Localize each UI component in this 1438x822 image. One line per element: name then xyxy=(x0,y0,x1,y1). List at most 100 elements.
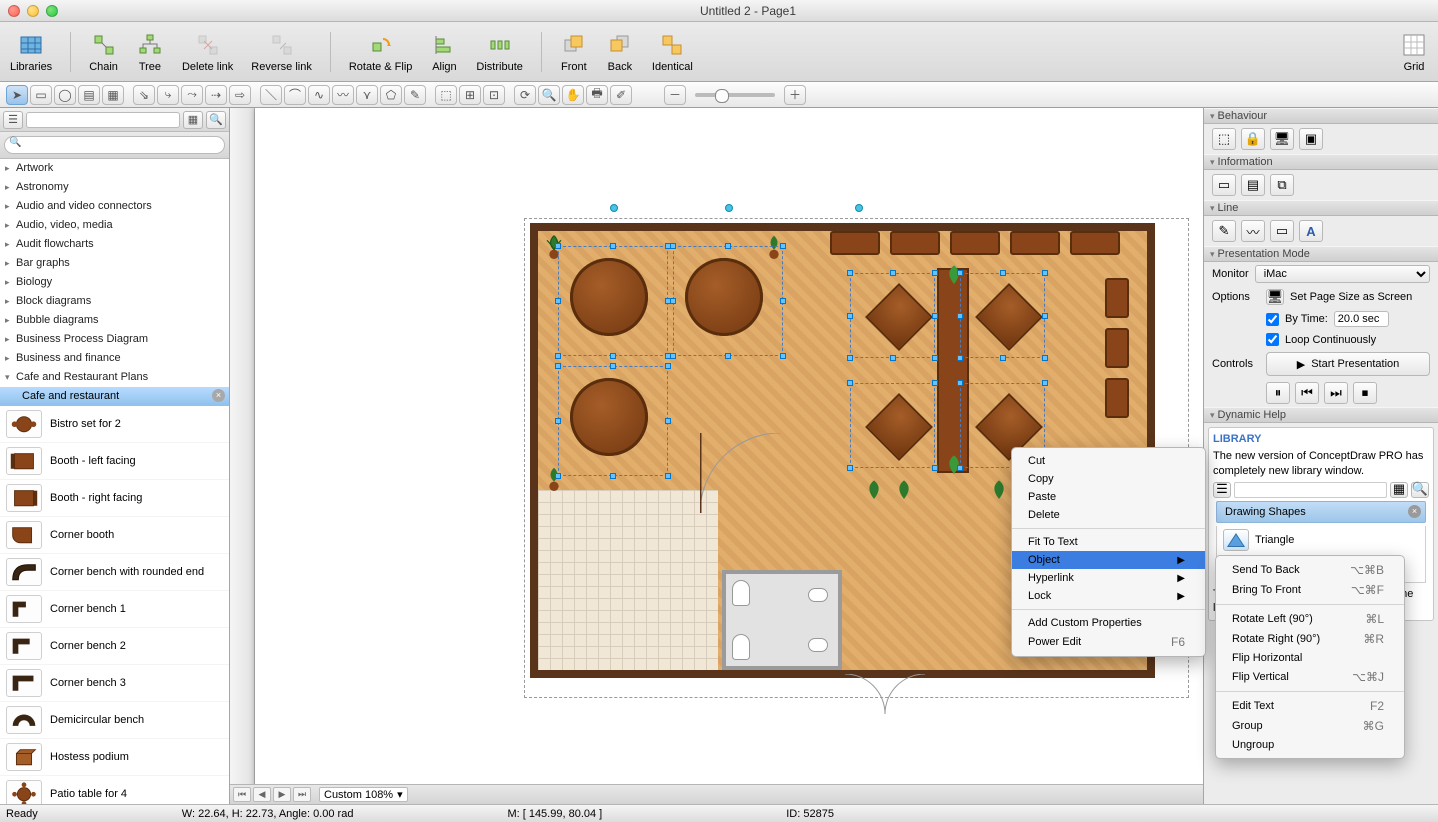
edit-tool-2[interactable]: ⊞ xyxy=(459,85,481,105)
monitor-select[interactable]: iMac xyxy=(1255,265,1430,283)
ctx-edit-text[interactable]: Edit TextF2 xyxy=(1216,696,1404,716)
ellipse-tool[interactable]: ◯ xyxy=(54,85,76,105)
panel-icons-view[interactable]: ▦ xyxy=(183,111,203,129)
context-submenu-object[interactable]: Send To Back⌥⌘B Bring To Front⌥⌘F Rotate… xyxy=(1215,555,1405,759)
section-information[interactable]: Information xyxy=(1204,154,1438,170)
tab-prev[interactable]: ◀ xyxy=(253,787,271,802)
connector-tool-1[interactable]: ⇘ xyxy=(133,85,155,105)
ctx-rot-right[interactable]: Rotate Right (90°)⌘R xyxy=(1216,629,1404,649)
ds-triangle[interactable]: Triangle xyxy=(1217,526,1425,554)
ctx-flip-h[interactable]: Flip Horizontal xyxy=(1216,649,1404,667)
behaviour-lock-icon[interactable]: 🔒 xyxy=(1241,128,1265,150)
polygon-tool[interactable]: ⬠ xyxy=(380,85,402,105)
start-presentation-button[interactable]: ▶Start Presentation xyxy=(1266,352,1430,376)
shape-corner-bench-with-rounded-end[interactable]: Corner bench with rounded end xyxy=(0,554,229,591)
toolbar-rotate-flip[interactable]: Rotate & Flip xyxy=(349,31,413,73)
ctx-add-props[interactable]: Add Custom Properties xyxy=(1012,614,1205,632)
polyline-tool[interactable]: ⋎ xyxy=(356,85,378,105)
hand-tool[interactable]: ✋ xyxy=(562,85,584,105)
connector-tool-5[interactable]: ⇨ xyxy=(229,85,251,105)
library-block-diagrams[interactable]: Block diagrams xyxy=(0,292,229,311)
info-text-icon[interactable]: ▤ xyxy=(1241,174,1265,196)
line-pen-icon[interactable]: ✎ xyxy=(1212,220,1236,242)
toolbar-front[interactable]: Front xyxy=(560,31,588,73)
shape-bistro-set-for-2[interactable]: Bistro set for 2 xyxy=(0,406,229,443)
library-biology[interactable]: Biology xyxy=(0,273,229,292)
line-tool[interactable]: ＼ xyxy=(260,85,282,105)
close-window-button[interactable] xyxy=(8,5,20,17)
tab-last[interactable]: ⏭ xyxy=(293,787,311,802)
zoom-out[interactable]: － xyxy=(664,85,686,105)
print-tool[interactable]: 🖶 xyxy=(586,85,608,105)
library-audit-flowcharts[interactable]: Audit flowcharts xyxy=(0,235,229,254)
connector-tool-3[interactable]: ⤳ xyxy=(181,85,203,105)
info-page-icon[interactable]: ▭ xyxy=(1212,174,1236,196)
ctx-fit-to-text[interactable]: Fit To Text xyxy=(1012,533,1205,551)
prev-icon[interactable]: ⏮ xyxy=(1295,382,1319,404)
pause-icon[interactable]: ⏸ xyxy=(1266,382,1290,404)
line-fill-icon[interactable]: ▭ xyxy=(1270,220,1294,242)
shape-booth-right-facing[interactable]: Booth - right facing xyxy=(0,480,229,517)
shape-patio-table-for-4[interactable]: Patio table for 4 xyxy=(0,776,229,804)
library-astronomy[interactable]: Astronomy xyxy=(0,178,229,197)
section-behaviour[interactable]: Behaviour xyxy=(1204,108,1438,124)
context-menu[interactable]: Cut Copy Paste Delete Fit To Text Object… xyxy=(1011,447,1206,657)
ctx-power-edit[interactable]: Power EditF6 xyxy=(1012,632,1205,652)
freeform-tool[interactable]: ✎ xyxy=(404,85,426,105)
info-copy-icon[interactable]: ⧉ xyxy=(1270,174,1294,196)
ctx-copy[interactable]: Copy xyxy=(1012,470,1205,488)
panel-tree-toggle[interactable]: ☰ xyxy=(3,111,23,129)
edit-tool-1[interactable]: ⬚ xyxy=(435,85,457,105)
library-selected[interactable]: Cafe and restaurant × xyxy=(0,387,229,406)
arc-tool[interactable]: ⌒ xyxy=(284,85,306,105)
by-time-input[interactable] xyxy=(1334,311,1389,327)
ctx-group[interactable]: Group⌘G xyxy=(1216,716,1404,736)
library-search-input[interactable] xyxy=(4,136,225,154)
library-business-and-finance[interactable]: Business and finance xyxy=(0,349,229,368)
eyedropper-tool[interactable]: ✐ xyxy=(610,85,632,105)
ctx-hyperlink[interactable]: Hyperlink▶ xyxy=(1012,569,1205,587)
shape-hostess-podium[interactable]: Hostess podium xyxy=(0,739,229,776)
toolbar-identical[interactable]: Identical xyxy=(652,31,693,73)
curve-tool[interactable]: ∿ xyxy=(308,85,330,105)
stop-icon[interactable]: ⏹ xyxy=(1353,382,1377,404)
toolbar-chain[interactable]: Chain xyxy=(89,31,118,73)
opt-set-page[interactable]: Set Page Size as Screen xyxy=(1290,291,1412,303)
line-text-icon[interactable]: A xyxy=(1299,220,1323,242)
shape-list[interactable]: Bistro set for 2Booth - left facingBooth… xyxy=(0,406,229,804)
library-filter-input[interactable] xyxy=(26,112,180,128)
shape-corner-booth[interactable]: Corner booth xyxy=(0,517,229,554)
section-presentation[interactable]: Presentation Mode xyxy=(1204,246,1438,262)
shape-booth-left-facing[interactable]: Booth - left facing xyxy=(0,443,229,480)
library-bar-graphs[interactable]: Bar graphs xyxy=(0,254,229,273)
zoom-slider[interactable] xyxy=(695,93,775,97)
connector-tool-4[interactable]: ⇢ xyxy=(205,85,227,105)
library-cafe-and-restaurant-plans[interactable]: Cafe and Restaurant Plans xyxy=(0,368,229,387)
tab-next[interactable]: ▶ xyxy=(273,787,291,802)
close-icon[interactable]: × xyxy=(1408,505,1421,518)
library-business-process-diagram[interactable]: Business Process Diagram xyxy=(0,330,229,349)
ctx-lock[interactable]: Lock▶ xyxy=(1012,587,1205,605)
ctx-object[interactable]: Object▶ xyxy=(1012,551,1205,569)
ctx-bring-front[interactable]: Bring To Front⌥⌘F xyxy=(1216,580,1404,600)
toolbar-libraries[interactable]: Libraries xyxy=(10,31,52,73)
library-audio-and-video-connectors[interactable]: Audio and video connectors xyxy=(0,197,229,216)
line-style-icon[interactable]: 〰 xyxy=(1241,220,1265,242)
shape-corner-bench-2[interactable]: Corner bench 2 xyxy=(0,628,229,665)
ctx-rot-left[interactable]: Rotate Left (90°)⌘L xyxy=(1216,609,1404,629)
edit-tool-3[interactable]: ⊡ xyxy=(483,85,505,105)
tab-first[interactable]: ⏮ xyxy=(233,787,251,802)
toolbar-tree[interactable]: Tree xyxy=(136,31,164,73)
table-tool[interactable]: ▦ xyxy=(102,85,124,105)
shape-demicircular-bench[interactable]: Demicircular bench xyxy=(0,702,229,739)
section-line[interactable]: Line xyxy=(1204,200,1438,216)
minimize-window-button[interactable] xyxy=(27,5,39,17)
opt-loop-check[interactable] xyxy=(1266,333,1279,346)
rect-tool[interactable]: ▭ xyxy=(30,85,52,105)
connector-tool-2[interactable]: ⤷ xyxy=(157,85,179,105)
behaviour-layer-icon[interactable]: ▣ xyxy=(1299,128,1323,150)
behaviour-print-icon[interactable]: 🖥 xyxy=(1270,128,1294,150)
toolbar-align[interactable]: Align xyxy=(430,31,458,73)
close-icon[interactable]: × xyxy=(212,389,225,402)
rotate-tool[interactable]: ⟳ xyxy=(514,85,536,105)
